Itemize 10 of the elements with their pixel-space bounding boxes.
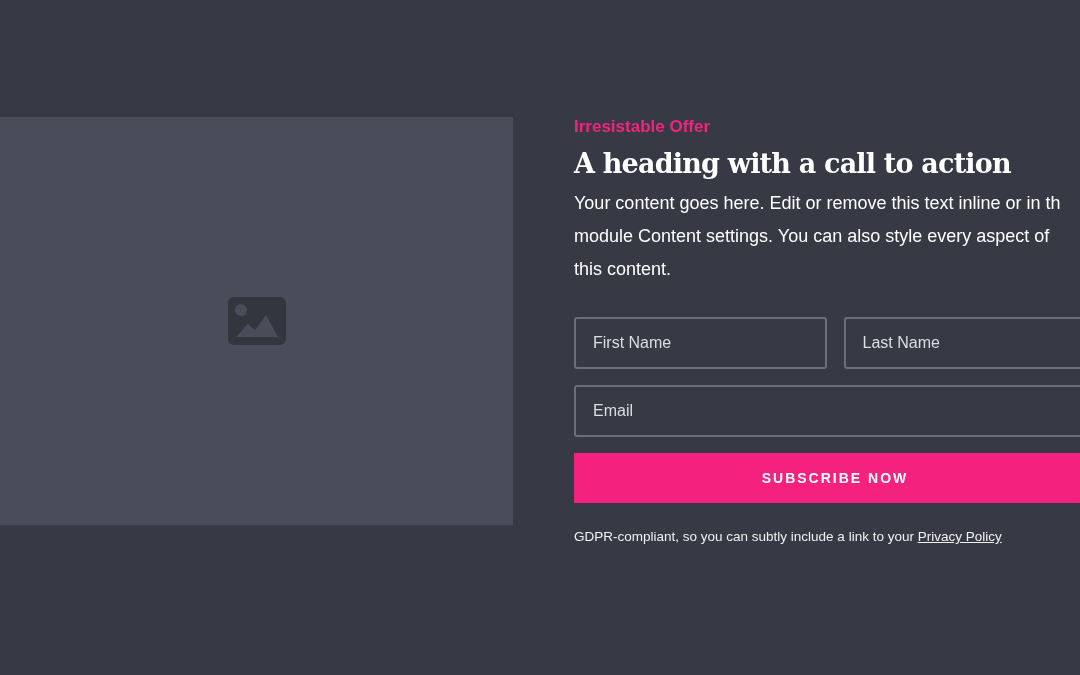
input-field[interactable]: First Name xyxy=(574,317,827,369)
image-icon xyxy=(227,297,286,345)
privacy-policy-link[interactable]: Privacy Policy xyxy=(917,529,1002,544)
body-text: Your content goes here. Edit or remove this text inline or in th module Content settings. You can also style every aspect of this content. xyxy=(574,192,1062,281)
input-field[interactable]: Email xyxy=(574,385,1080,437)
subscribe-button[interactable]: SUBSCRIBE NOW xyxy=(574,453,1080,503)
input-field[interactable]: Last Name xyxy=(843,317,1080,369)
heading: A heading with a call to action xyxy=(574,147,1012,181)
gdpr-note: GDPR-compliant, so you can subtly include a link to your xyxy=(574,529,915,544)
eyebrow-text: Irresistable Offer xyxy=(574,117,712,137)
